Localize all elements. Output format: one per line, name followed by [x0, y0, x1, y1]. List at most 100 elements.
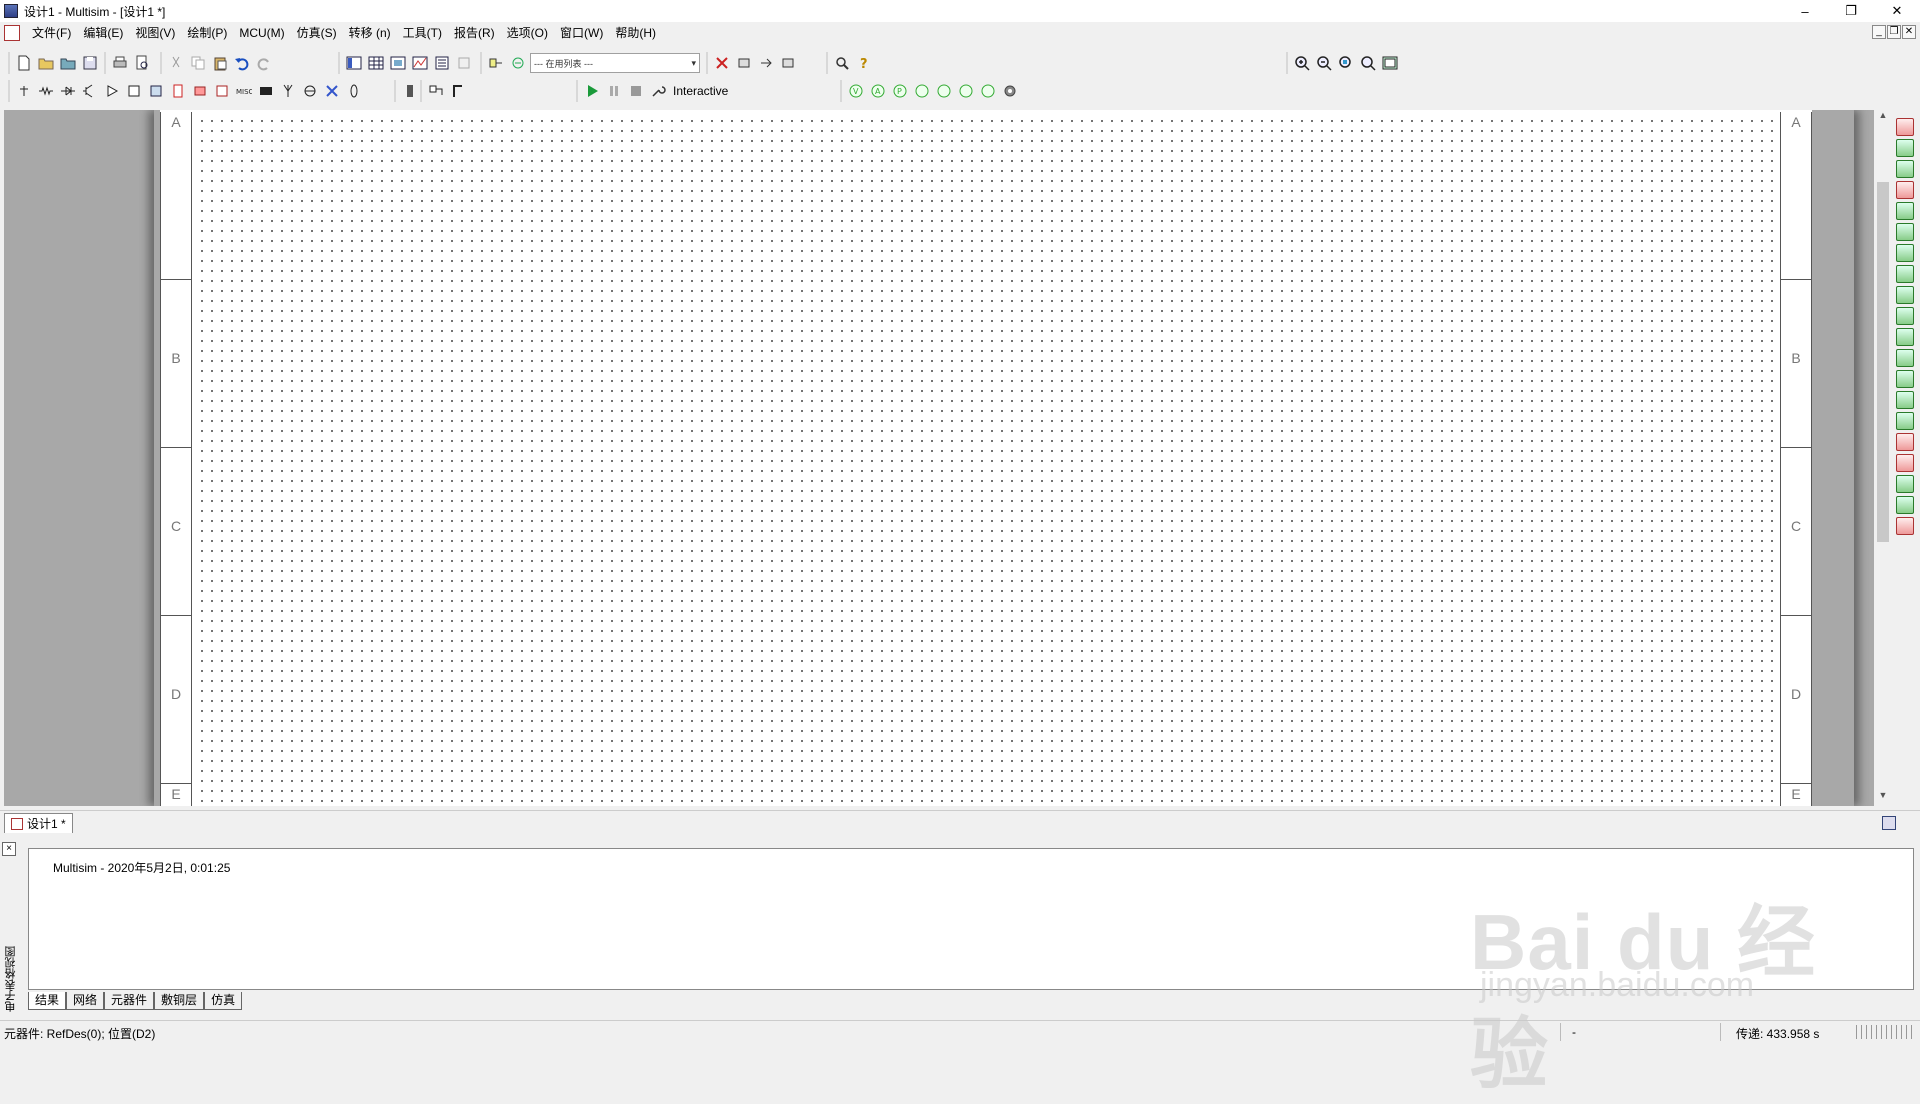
place-power-icon[interactable]	[278, 81, 298, 101]
toggle-design-toolbox-icon[interactable]	[344, 53, 364, 73]
pause-simulation-icon[interactable]	[604, 81, 624, 101]
frequency-counter-icon[interactable]	[1896, 244, 1914, 262]
open-folder-icon[interactable]	[36, 53, 56, 73]
place-diode-icon[interactable]	[58, 81, 78, 101]
menu-tools[interactable]: 工具(T)	[397, 22, 448, 44]
probe-differential-icon[interactable]	[912, 81, 932, 101]
stop-simulation-icon[interactable]	[626, 81, 646, 101]
labview-instrument-icon[interactable]	[1896, 496, 1914, 514]
open-sample-icon[interactable]	[58, 53, 78, 73]
copy-icon[interactable]	[188, 53, 208, 73]
mdi-close-button[interactable]: ✕	[1902, 25, 1916, 39]
place-analog-icon[interactable]	[102, 81, 122, 101]
menu-window[interactable]: 窗口(W)	[554, 22, 609, 44]
iv-analyzer-icon[interactable]	[1896, 328, 1914, 346]
probe-digital-icon[interactable]	[956, 81, 976, 101]
restore-button[interactable]: ❐	[1828, 0, 1874, 22]
menu-options[interactable]: 选项(O)	[501, 22, 554, 44]
place-transistor-icon[interactable]	[80, 81, 100, 101]
probe-lookup-icon[interactable]	[978, 81, 998, 101]
zoom-area-icon[interactable]	[1336, 53, 1356, 73]
zoom-in-icon[interactable]	[1292, 53, 1312, 73]
wattmeter-icon[interactable]	[1896, 160, 1914, 178]
full-screen-icon[interactable]	[1380, 53, 1400, 73]
place-misc-digital-icon[interactable]	[212, 81, 232, 101]
scroll-thumb[interactable]	[1877, 182, 1889, 542]
mdi-minimize-button[interactable]: _	[1872, 25, 1886, 39]
schematic-grid[interactable]	[193, 112, 1779, 806]
place-ttl-icon[interactable]	[124, 81, 144, 101]
menu-reports[interactable]: 报告(R)	[448, 22, 501, 44]
place-basic-icon[interactable]	[36, 81, 56, 101]
vertical-scrollbar[interactable]: ▲ ▼	[1874, 110, 1892, 806]
oscilloscope-icon[interactable]	[1896, 181, 1914, 199]
tab-nets[interactable]: 网络	[66, 992, 105, 1010]
probe-settings-gear-icon[interactable]	[1000, 81, 1020, 101]
ercheck-icon[interactable]	[454, 53, 474, 73]
print-preview-icon[interactable]	[132, 53, 152, 73]
place-source-icon[interactable]	[14, 81, 34, 101]
spreadsheet-view-icon[interactable]	[366, 53, 386, 73]
place-electromechanical-icon[interactable]	[344, 81, 364, 101]
tab-copper-layers[interactable]: 敷铜层	[154, 992, 205, 1010]
close-button[interactable]: ✕	[1874, 0, 1920, 22]
menu-transfer[interactable]: 转移 (n)	[343, 22, 397, 44]
tab-components[interactable]: 元器件	[104, 992, 155, 1010]
agilent-multimeter-icon[interactable]	[1896, 433, 1914, 451]
schematic-workspace[interactable]: A B C D E A B C D E	[4, 110, 1874, 806]
function-generator-icon[interactable]	[1896, 139, 1914, 157]
menu-place[interactable]: 绘制(P)	[181, 22, 233, 44]
probe-power-icon[interactable]: P	[890, 81, 910, 101]
place-mixed-icon[interactable]: MISC	[234, 81, 254, 101]
agilent-oscilloscope-icon[interactable]	[1896, 454, 1914, 472]
scroll-down-icon[interactable]: ▼	[1874, 790, 1892, 806]
tab-corner-icon[interactable]	[1882, 816, 1896, 830]
current-probe-icon[interactable]	[1896, 517, 1914, 535]
new-file-icon[interactable]	[14, 53, 34, 73]
menu-view[interactable]: 视图(V)	[129, 22, 181, 44]
place-advanced-peripherals-icon[interactable]	[190, 81, 210, 101]
menu-mcu[interactable]: MCU(M)	[233, 22, 290, 44]
annotation-icon[interactable]	[712, 53, 732, 73]
interactive-mode-button[interactable]: Interactive	[673, 84, 728, 98]
spectrum-analyzer-icon[interactable]	[1896, 370, 1914, 388]
menu-edit[interactable]: 编辑(E)	[77, 22, 129, 44]
transfer-menu-icon[interactable]	[778, 53, 798, 73]
place-cmos-icon[interactable]	[146, 81, 166, 101]
help-icon[interactable]: ?	[854, 53, 874, 73]
forward-annotate-icon[interactable]	[756, 53, 776, 73]
menu-help[interactable]: 帮助(H)	[609, 22, 662, 44]
interactive-wrench-icon[interactable]	[648, 81, 668, 101]
postprocessor-icon[interactable]	[432, 53, 452, 73]
undo-icon[interactable]	[232, 53, 252, 73]
place-misc-icon[interactable]	[300, 81, 320, 101]
place-hierarchical-block-icon[interactable]	[426, 81, 446, 101]
print-icon[interactable]	[110, 53, 130, 73]
zoom-sheet-icon[interactable]	[1358, 53, 1378, 73]
mdi-restore-button[interactable]: ❐	[1887, 25, 1901, 39]
zoom-out-icon[interactable]	[1314, 53, 1334, 73]
agilent-function-generator-icon[interactable]	[1896, 412, 1914, 430]
run-simulation-icon[interactable]	[582, 81, 602, 101]
resize-grip[interactable]	[1856, 1025, 1916, 1039]
grapher-icon[interactable]	[410, 53, 430, 73]
component-wizard-icon[interactable]	[486, 53, 506, 73]
multimeter-icon[interactable]	[1896, 118, 1914, 136]
tab-results[interactable]: 结果	[28, 992, 67, 1010]
probe-reference-icon[interactable]	[934, 81, 954, 101]
in-use-list-select[interactable]: --- 在用列表 --- ▾	[530, 53, 700, 73]
probe-voltage-icon[interactable]: V	[846, 81, 866, 101]
back-annotate-icon[interactable]	[734, 53, 754, 73]
minimize-button[interactable]: –	[1782, 0, 1828, 22]
results-output[interactable]: Multisim - 2020年5月2日, 0:01:25	[28, 848, 1914, 990]
logic-analyzer-icon[interactable]	[1896, 307, 1914, 325]
panel-close-button[interactable]: ×	[2, 842, 16, 856]
paste-icon[interactable]	[210, 53, 230, 73]
menu-simulate[interactable]: 仿真(S)	[291, 22, 343, 44]
place-ladder-icon[interactable]	[400, 81, 420, 101]
hierarchy-icon[interactable]	[508, 53, 528, 73]
menu-file[interactable]: 文件(F)	[26, 22, 77, 44]
distortion-analyzer-icon[interactable]	[1896, 349, 1914, 367]
network-analyzer-icon[interactable]	[1896, 391, 1914, 409]
word-generator-icon[interactable]	[1896, 265, 1914, 283]
